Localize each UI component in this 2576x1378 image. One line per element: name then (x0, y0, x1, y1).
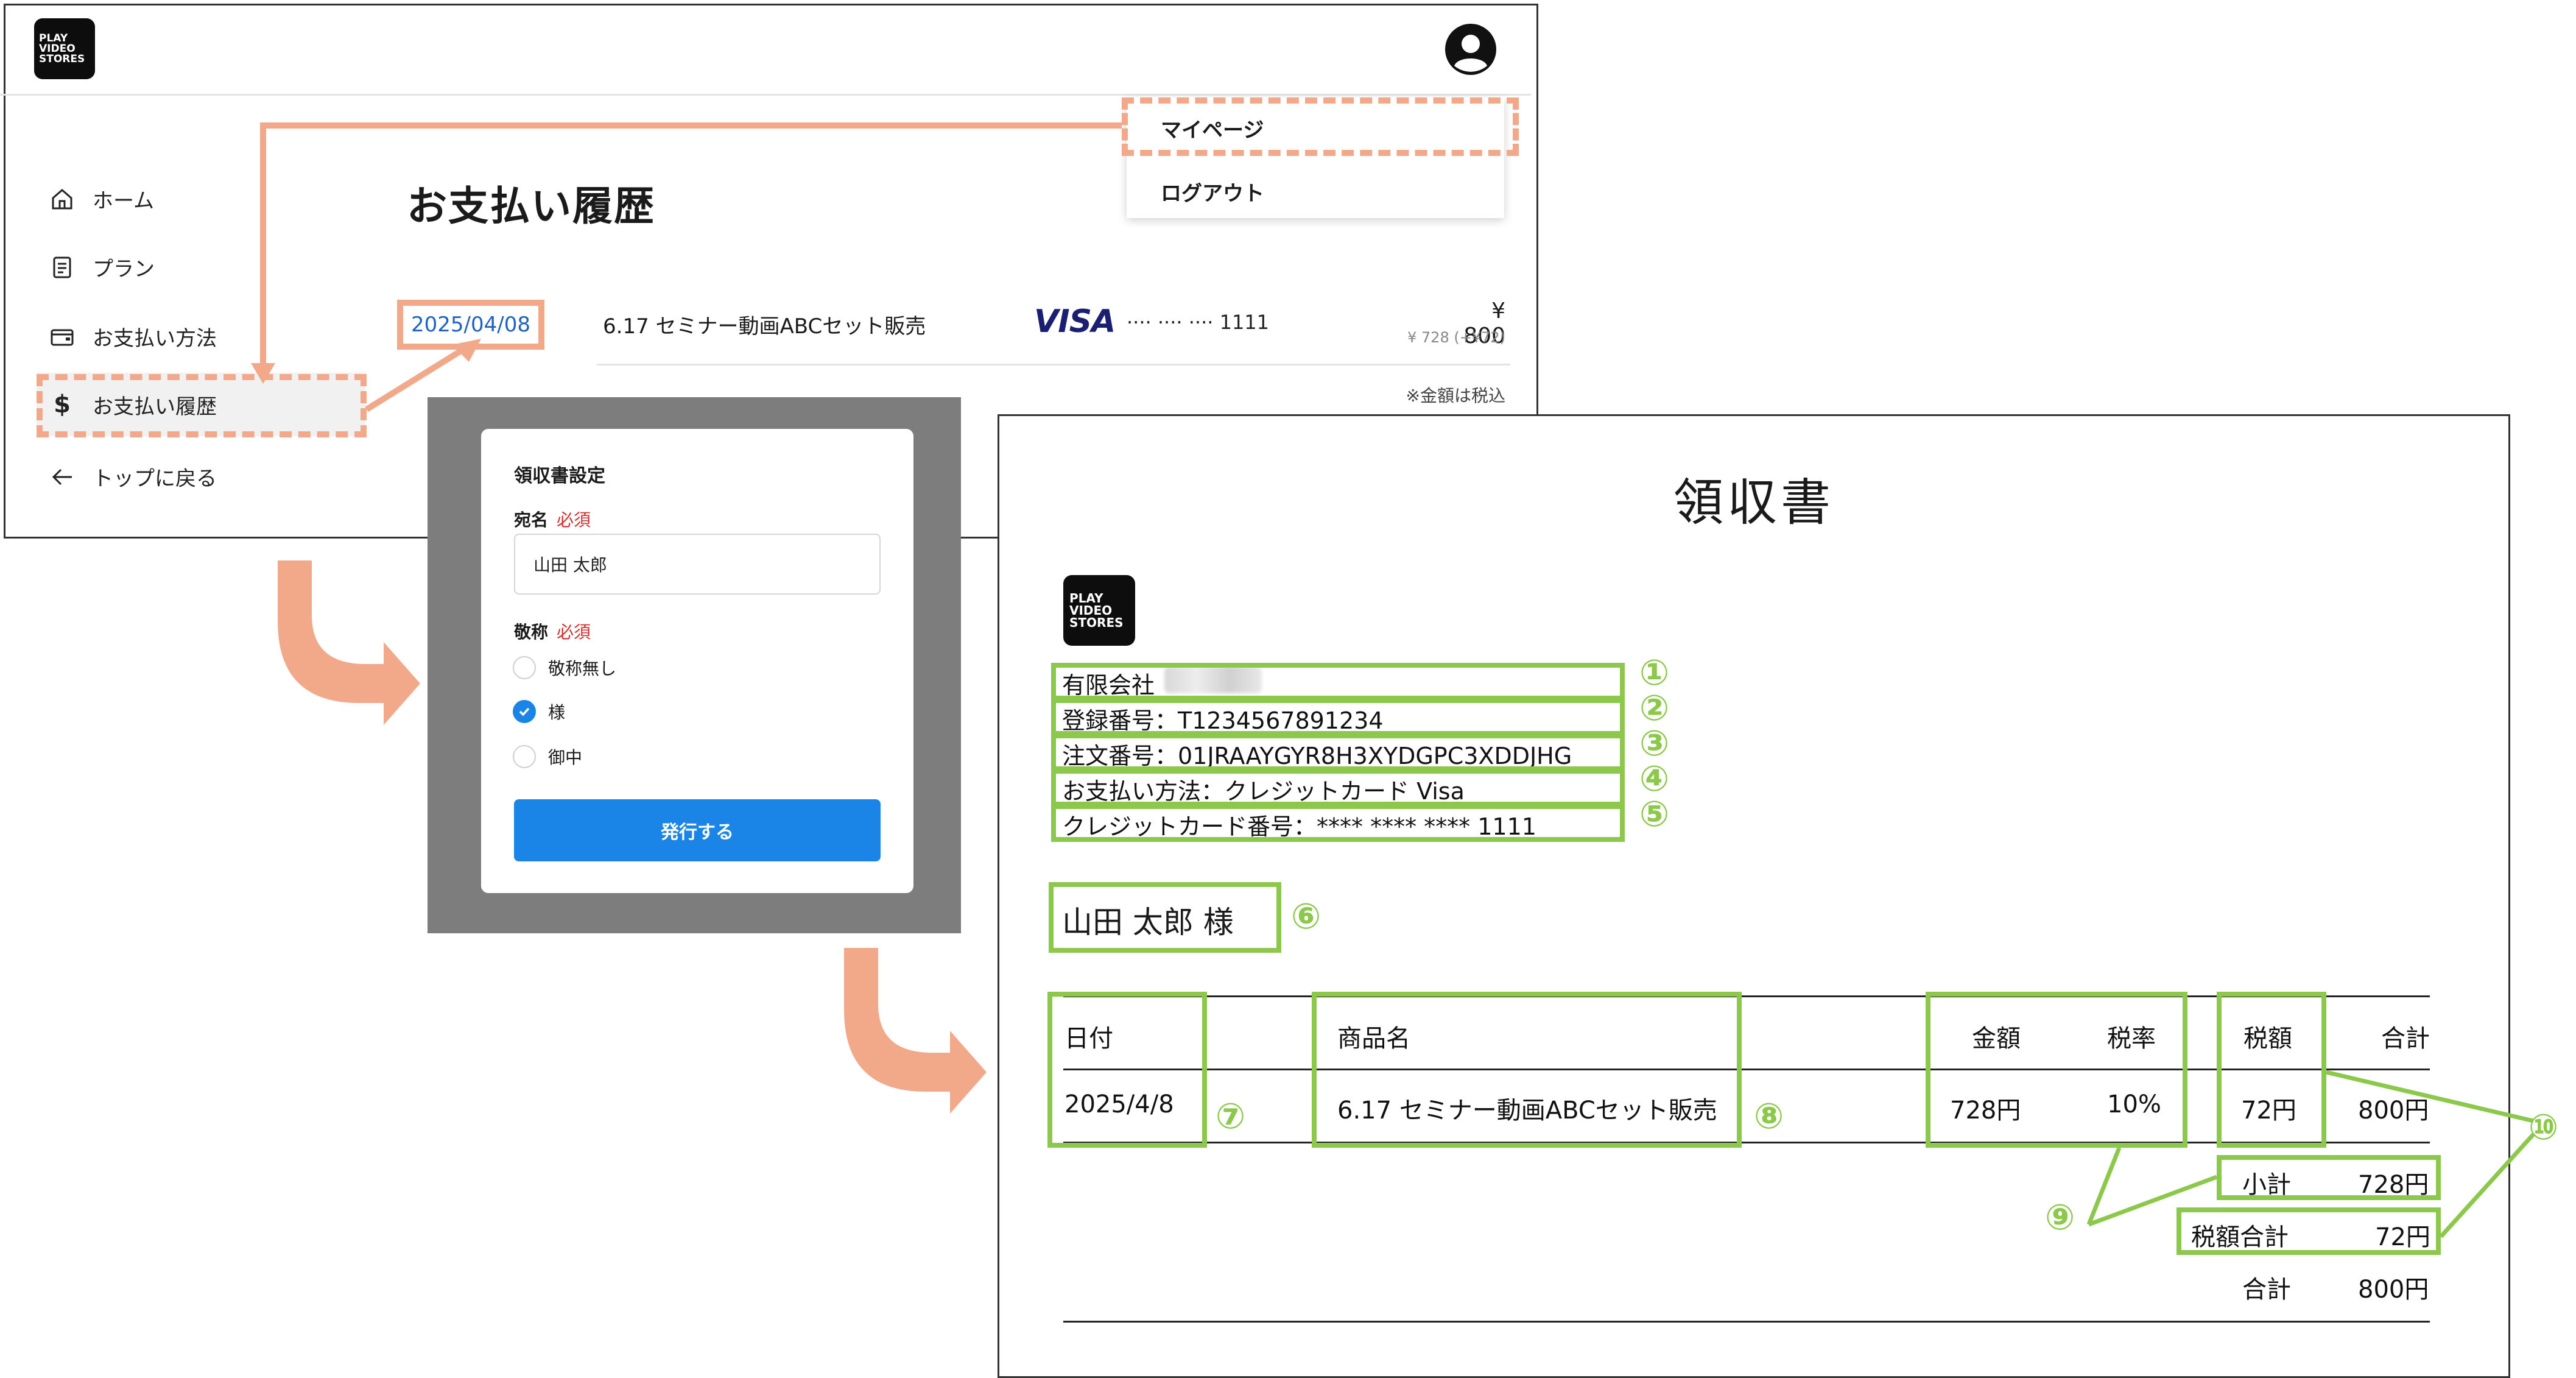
annotation-box-6 (1049, 882, 1281, 953)
user-avatar-icon[interactable] (1443, 22, 1498, 77)
radio-button[interactable] (513, 745, 536, 768)
sidebar-item-plan[interactable]: プラン (48, 252, 155, 282)
receipt-title: 領収書 (1673, 474, 1834, 532)
modal-title: 領収書設定 (514, 465, 605, 487)
annotation-box-3 (1051, 733, 1625, 771)
table-rule (1063, 1321, 2430, 1323)
annotation-number-5: ⑤ (1639, 793, 1670, 835)
radio-button[interactable] (513, 656, 536, 679)
arrow-left-icon (48, 462, 77, 492)
annotation-box-10-subtotal (2217, 1155, 2441, 1200)
flow-arrow-to-receipt (844, 948, 987, 1114)
highlight-payment-history (37, 374, 367, 437)
annotation-box-5 (1051, 804, 1625, 842)
page-title: お支払い履歴 (407, 183, 655, 230)
required-badge: 必須 (557, 510, 591, 530)
annotation-number-6: ⑥ (1291, 896, 1321, 937)
honorific-option-none[interactable]: 敬称無し (513, 655, 616, 680)
annotation-box-9 (1926, 992, 2187, 1148)
store-logo: PLAY VIDEO STORES (1063, 575, 1135, 646)
home-icon (48, 185, 77, 214)
cell-total: 800円 (2358, 1097, 2429, 1125)
radio-button-checked[interactable] (513, 700, 536, 723)
payment-item-name: 6.17 セミナー動画ABCセット販売 (603, 314, 926, 339)
masked-card-number: ···· ···· ···· 1111 (1127, 311, 1270, 334)
honorific-label: 敬称 必須 (514, 619, 591, 643)
annotation-number-10: ⑩ (2528, 1106, 2559, 1148)
row-divider (597, 364, 1510, 366)
header-divider (0, 94, 1531, 96)
grand-total-label: 合計 (2242, 1276, 2291, 1304)
recipient-name-label: 宛名 必須 (514, 507, 591, 531)
field-label-text: 敬称 (514, 622, 549, 642)
sidebar-item-label: お支払い方法 (93, 327, 217, 351)
issue-receipt-button[interactable]: 発行する (514, 799, 881, 861)
checkmark-icon (519, 707, 530, 716)
radio-label: 敬称無し (548, 659, 617, 679)
radio-label: 御中 (548, 747, 583, 768)
annotation-box-10-tax-total (2177, 1207, 2441, 1255)
radio-label: 様 (548, 702, 566, 723)
sidebar-item-label: プラン (93, 257, 155, 281)
honorific-option-sama[interactable]: 様 (513, 699, 565, 724)
field-label-text: 宛名 (514, 510, 549, 530)
annotation-box-4 (1051, 769, 1625, 807)
highlight-mypage (1122, 97, 1519, 156)
wallet-icon (48, 322, 77, 352)
payment-amount-detail: ¥ 728 (+¥72) (1407, 329, 1505, 346)
payment-date-link[interactable]: 2025/04/08 (411, 313, 530, 337)
sidebar-item-label: ホーム (93, 189, 154, 213)
sidebar-item-back-to-top[interactable]: トップに戻る (48, 462, 217, 492)
annotation-box-7 (1047, 992, 1207, 1148)
sidebar-item-home[interactable]: ホーム (48, 184, 154, 214)
column-header-total: 合計 (2381, 1025, 2430, 1053)
store-logo[interactable]: PLAY VIDEO STORES (34, 18, 95, 79)
menu-item-logout[interactable]: ログアウト (1161, 177, 1264, 207)
document-icon (48, 253, 77, 282)
annotation-number-7: ⑦ (1216, 1095, 1246, 1137)
sidebar-item-payment-method[interactable]: お支払い方法 (48, 322, 217, 352)
annotation-box-1 (1051, 663, 1625, 701)
annotation-box-8 (1312, 992, 1742, 1148)
flow-arrow-to-modal (278, 560, 420, 725)
highlight-date-link: 2025/04/08 (397, 300, 544, 350)
annotation-number-8: ⑧ (1754, 1095, 1784, 1137)
required-badge: 必須 (557, 622, 591, 642)
honorific-option-onchu[interactable]: 御中 (513, 744, 582, 769)
sidebar-item-label: トップに戻る (93, 467, 217, 491)
recipient-name-input[interactable] (514, 534, 881, 595)
annotation-number-9: ⑨ (2045, 1196, 2075, 1238)
tax-included-note: ※金額は税込 (1406, 386, 1505, 406)
grand-total-value: 800円 (2358, 1276, 2429, 1304)
annotation-box-10-tax (2217, 992, 2326, 1148)
annotation-box-2 (1051, 698, 1625, 736)
visa-logo: VISA (1034, 303, 1116, 340)
